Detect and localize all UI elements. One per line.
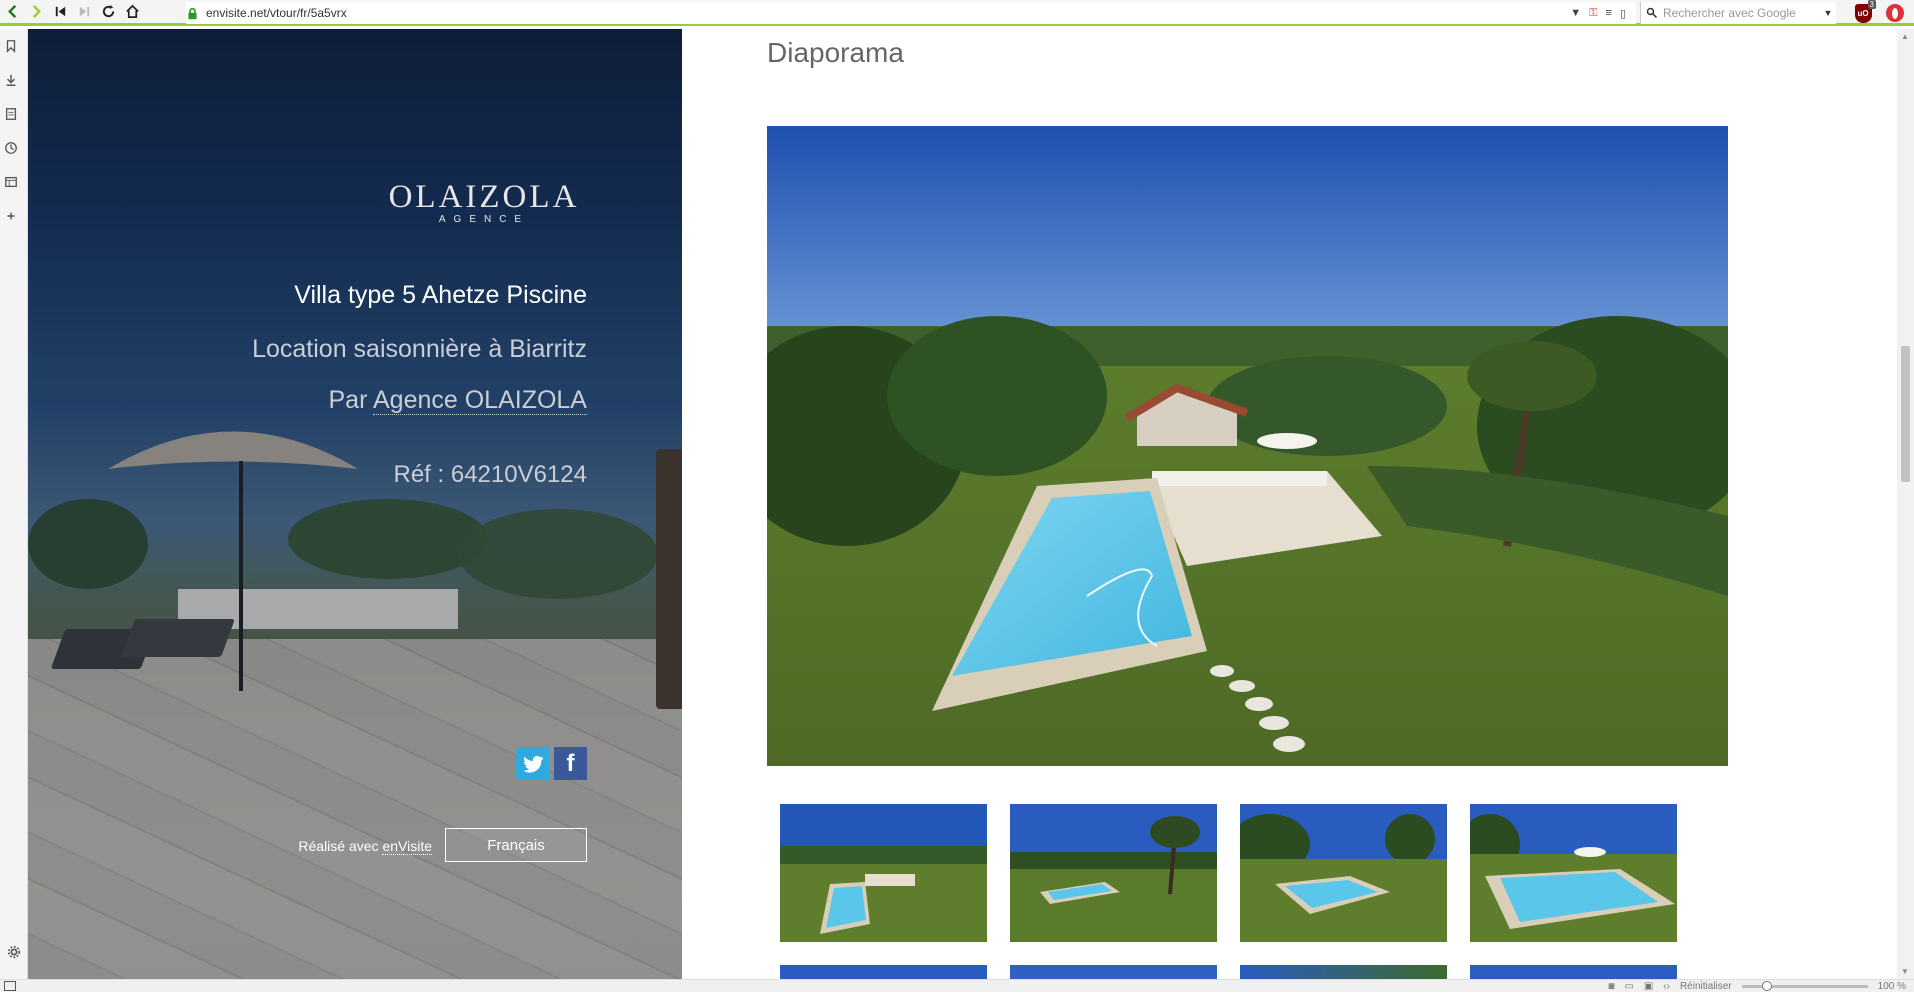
property-subtitle: Location saisonnière à Biarritz (252, 335, 587, 363)
page-actions-icon[interactable]: ‹› (1663, 981, 1670, 992)
bookmark-icon[interactable]: ▯ (1620, 7, 1626, 20)
screenshot-icon[interactable]: ◙ (1608, 981, 1614, 992)
status-tools: ◙ ▭ ▣ ‹› Réinitialiser 100 % (1608, 980, 1906, 993)
property-title: Villa type 5 Ahetze Piscine (294, 281, 587, 309)
dropdown-icon[interactable]: ▼ (1570, 7, 1581, 19)
slideshow-thumbnail[interactable] (1470, 965, 1677, 979)
slideshow-thumbnail[interactable] (1470, 804, 1677, 942)
slideshow-main-image[interactable] (767, 126, 1728, 766)
gear-icon[interactable] (3, 941, 25, 963)
slideshow-thumbnail[interactable] (1240, 965, 1447, 979)
zoom-slider-knob[interactable] (1761, 981, 1772, 991)
permissions-icon[interactable]: ⚿ (1589, 7, 1597, 20)
slideshow-thumbnail[interactable] (780, 965, 987, 979)
search-engine-dropdown-icon[interactable]: ▼ (1820, 8, 1836, 18)
zoom-level: 100 % (1877, 981, 1906, 992)
lock-icon (186, 5, 202, 21)
tiling-icon[interactable]: ▭ (1624, 981, 1633, 992)
envisite-link[interactable]: enVisite (382, 838, 432, 855)
url-text: envisite.net/vtour/fr/5a5vrx (206, 6, 347, 20)
address-bar[interactable]: envisite.net/vtour/fr/5a5vrx ▼ ⚿ ≡ ▯ (186, 2, 1636, 24)
slideshow-thumbnail[interactable] (1010, 965, 1217, 979)
language-button[interactable]: Français (445, 828, 587, 862)
bookmarks-icon[interactable] (0, 35, 22, 57)
ublock-count: 3 (1867, 0, 1876, 9)
browser-toolbar: envisite.net/vtour/fr/5a5vrx ▼ ⚿ ≡ ▯ Rec… (0, 0, 1914, 26)
made-with-prefix: Réalisé avec (298, 838, 379, 854)
agency-line: Par Agence OLAIZOLA (328, 386, 587, 415)
slideshow-thumbnail[interactable] (1010, 804, 1217, 942)
address-tools: ▼ ⚿ ≡ ▯ (1570, 7, 1636, 20)
agency-prefix: Par (328, 386, 368, 414)
social-share: f (516, 747, 587, 780)
forward-icon[interactable] (24, 0, 48, 24)
reader-icon[interactable]: ≡ (1606, 7, 1612, 19)
ublock-extension[interactable]: uO 3 (1852, 0, 1876, 24)
back-icon[interactable] (0, 0, 24, 24)
gallery-section: Diaporama (682, 29, 1897, 979)
notes-icon[interactable] (0, 103, 22, 125)
scroll-down-icon[interactable]: ▼ (1901, 967, 1909, 976)
hero-panel: OLAIZOLA AGENCE Villa type 5 Ahetze Pisc… (28, 29, 682, 979)
panel-toggle-icon[interactable] (4, 981, 16, 991)
fast-forward-icon[interactable] (72, 0, 96, 24)
page-scrollbar[interactable]: ▲ ▼ (1897, 29, 1914, 979)
slideshow-thumbnail[interactable] (780, 804, 987, 942)
search-placeholder: Rechercher avec Google (1663, 6, 1796, 20)
zoom-slider[interactable] (1741, 981, 1868, 991)
agency-logo: OLAIZOLA AGENCE (384, 179, 584, 225)
made-with-credit: Réalisé avec enVisite (298, 838, 432, 855)
logo-wordmark: OLAIZOLA (388, 179, 580, 215)
opera-menu-icon[interactable] (1884, 2, 1906, 24)
images-icon[interactable]: ▣ (1644, 981, 1653, 992)
reload-icon[interactable] (96, 0, 120, 24)
property-reference: Réf : 64210V6124 (393, 461, 588, 488)
scroll-up-icon[interactable]: ▲ (1901, 32, 1909, 41)
browser-status-bar: ◙ ▭ ▣ ‹› Réinitialiser 100 % (0, 979, 1914, 992)
home-icon[interactable] (120, 0, 144, 24)
scrollbar-thumb[interactable] (1901, 346, 1910, 482)
search-box[interactable]: Rechercher avec Google ▼ (1640, 2, 1836, 24)
add-panel-icon[interactable] (0, 205, 22, 227)
window-panel-icon[interactable] (0, 171, 22, 193)
search-icon (1641, 7, 1663, 19)
history-icon[interactable] (0, 137, 22, 159)
browser-side-panel (0, 29, 28, 979)
downloads-icon[interactable] (0, 69, 22, 91)
zoom-reset-button[interactable]: Réinitialiser (1680, 981, 1732, 992)
facebook-icon[interactable]: f (554, 747, 587, 780)
agency-link[interactable]: Agence OLAIZOLA (372, 386, 587, 415)
twitter-icon[interactable] (516, 747, 549, 780)
gallery-title: Diaporama (767, 37, 904, 68)
slideshow-thumbnail[interactable] (1240, 804, 1447, 942)
rewind-icon[interactable] (48, 0, 72, 24)
